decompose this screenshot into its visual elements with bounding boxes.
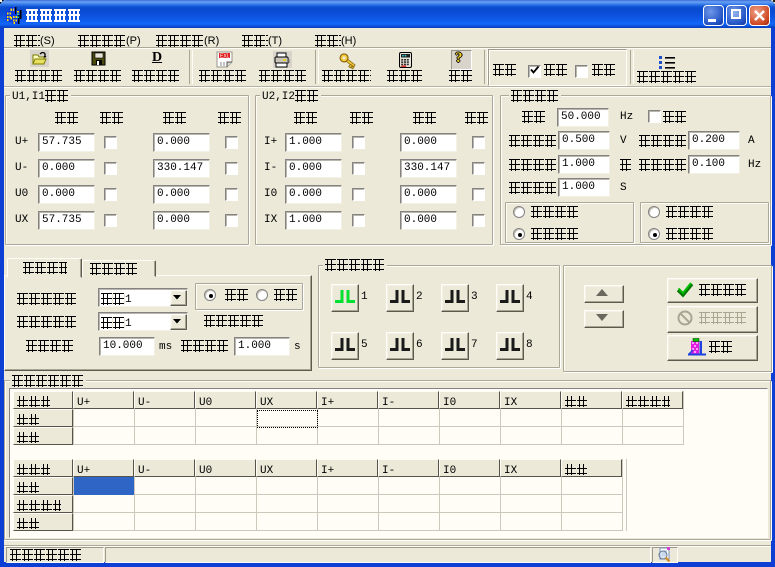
svg-text:EXL: EXL [220,54,230,60]
